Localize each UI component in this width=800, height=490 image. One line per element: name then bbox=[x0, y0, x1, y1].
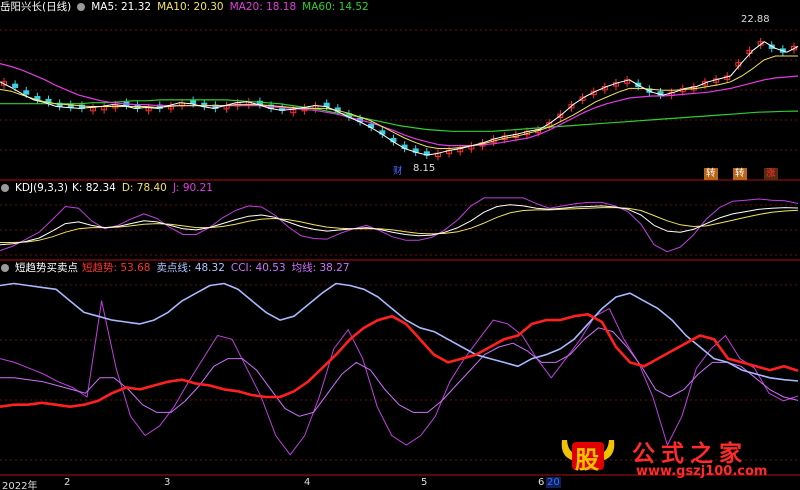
settings-dot-icon[interactable] bbox=[77, 3, 86, 11]
trend-panel-header: 短趋势买卖点 短趋势: 53.68 卖点线: 48.32 CCI: 40.53 均线: … bbox=[0, 261, 356, 275]
chart-stage: { "stock_name": "岳阳兴长(日线)", "ma_legend":… bbox=[0, 0, 800, 490]
kdj-title: KDJ(9,3,3) bbox=[15, 182, 68, 194]
candle-body-2 bbox=[23, 90, 30, 95]
sell-point-line bbox=[0, 282, 799, 382]
watermark-glyph: 股 bbox=[575, 446, 599, 474]
x-label-5: 5 bbox=[421, 477, 428, 488]
kdj-d-label: D: 78.40 bbox=[121, 182, 167, 194]
kdj-k-label: K: 82.34 bbox=[71, 182, 116, 194]
x-label-20: 20 bbox=[546, 477, 561, 488]
ma10-label: MA10: 20.30 bbox=[157, 1, 224, 13]
kdj-j-line bbox=[0, 197, 799, 253]
kdj-panel-header: KDJ(9,3,3) K: 82.34 D: 78.40 J: 90.21 bbox=[0, 181, 219, 195]
x-label-2022: 2022年 bbox=[2, 481, 38, 490]
ma5-line bbox=[0, 41, 799, 156]
watermark-logo: 股 bbox=[558, 434, 618, 474]
x-label-6: 6 bbox=[538, 477, 545, 488]
ma60-label: MA60: 14.52 bbox=[302, 1, 369, 13]
watermark-url: www.gszj100.com bbox=[636, 464, 768, 479]
trend-ma-label: 均线: 38.27 bbox=[291, 262, 350, 274]
candle-body-1 bbox=[12, 83, 19, 88]
stock-name: 岳阳兴长(日线) bbox=[0, 1, 72, 13]
event-tag-transfer-2[interactable]: 转 bbox=[733, 168, 747, 180]
trend-title: 短趋势买卖点 bbox=[15, 262, 78, 274]
trend-cci-label: CCI: 40.53 bbox=[230, 262, 286, 274]
watermark-title: 公式之家 bbox=[632, 441, 748, 467]
event-tag-finance[interactable]: 财 bbox=[391, 166, 405, 178]
kdj-d-line bbox=[0, 207, 799, 243]
ma20-label: MA20: 18.18 bbox=[229, 1, 297, 13]
ma60-line bbox=[0, 99, 799, 132]
trend-short-label: 短趋势: 53.68 bbox=[82, 262, 151, 274]
price-high-label: 22.88 bbox=[741, 14, 770, 25]
trend-ma-line bbox=[0, 327, 799, 417]
x-label-3: 3 bbox=[164, 477, 171, 488]
kdj-settings-dot-icon[interactable] bbox=[1, 184, 9, 192]
x-label-4: 4 bbox=[304, 477, 311, 488]
price-low-label: 8.15 bbox=[413, 163, 436, 174]
trend-sell-label: 卖点线: 48.32 bbox=[156, 262, 225, 274]
event-tag-rise[interactable]: 涨 bbox=[764, 168, 778, 180]
ma5-label: MA5: 21.32 bbox=[91, 1, 152, 13]
candle-body-17 bbox=[190, 99, 197, 105]
cci-line bbox=[0, 300, 799, 456]
chart-canvas bbox=[0, 29, 800, 476]
event-tag-transfer-1[interactable]: 转 bbox=[704, 168, 718, 180]
kdj-j-label: J: 90.21 bbox=[172, 182, 213, 194]
x-label-2: 2 bbox=[64, 477, 71, 488]
price-panel-header: 岳阳兴长(日线) MA5: 21.32 MA10: 20.30 MA20: 18.18… bbox=[0, 0, 375, 14]
ma20-line bbox=[0, 63, 799, 147]
trend-settings-dot-icon[interactable] bbox=[1, 264, 9, 272]
